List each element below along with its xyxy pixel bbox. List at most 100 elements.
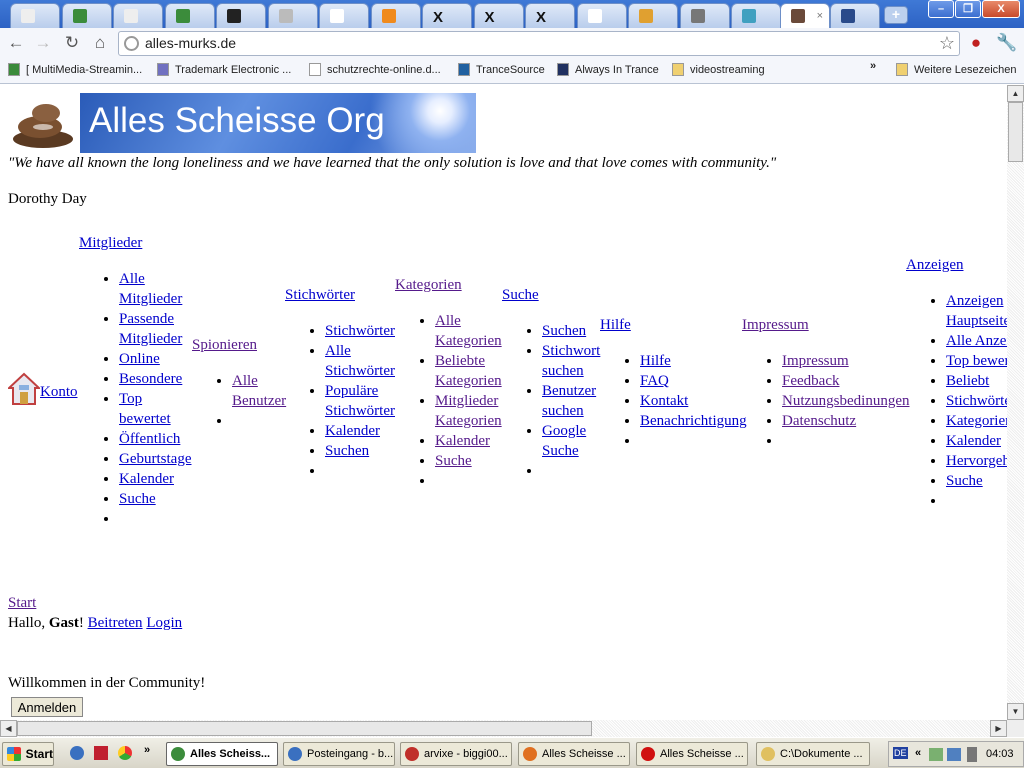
vertical-scrollbar[interactable]: ▲ ▼ [1007,85,1024,720]
menu-item-link[interactable]: Anzeigen Hauptseite [946,293,1007,329]
menu-item-link[interactable]: Suche [946,473,983,489]
tab-active[interactable]: × [780,3,830,28]
bookmarks-overflow[interactable]: » [870,60,876,72]
wrench-icon[interactable]: 🔧 [996,33,1017,53]
menu-item[interactable]: FAQ [640,371,747,391]
menu-item-link[interactable]: Beliebte Kategorien [435,353,502,389]
menu-item-link[interactable]: Feedback [782,373,839,389]
login-link[interactable]: Login [146,615,182,631]
menu-item[interactable]: Kalender [435,431,502,451]
menu-item[interactable]: Impressum [782,351,909,371]
menu-item-link[interactable]: Alle Anzeigen [946,333,1007,349]
menu-item[interactable]: Alle Mitglieder [119,269,191,309]
forward-icon[interactable]: → [33,33,53,53]
menu-header-1[interactable]: Spionieren [192,337,257,353]
bookmark-item[interactable]: videostreaming [672,63,765,76]
menu-item-link[interactable]: Alle Mitglieder [119,271,182,307]
menu-item[interactable]: Populäre Stichwörter [325,381,395,421]
menu-item[interactable]: Anzeigen Hauptseite [946,291,1007,331]
menu-item-link[interactable]: Impressum [782,353,849,369]
menu-header-0[interactable]: Mitglieder [79,235,142,251]
mail-tray-icon[interactable] [929,748,943,761]
menu-item-link[interactable]: Kalender [325,423,380,439]
tab[interactable] [628,3,678,28]
menu-item-link[interactable]: Kalender [435,433,490,449]
menu-item-link[interactable]: Alle Stichwörter [325,343,395,379]
tab[interactable] [113,3,163,28]
menu-header-5[interactable]: Hilfe [600,317,631,333]
menu-item-link[interactable]: Datenschutz [782,413,856,429]
reload-icon[interactable]: ↻ [62,33,82,53]
language-indicator[interactable]: DE [893,747,908,759]
menu-item-link[interactable]: Alle Benutzer [232,373,286,409]
menu-header-2[interactable]: Stichwörter [285,287,355,303]
menu-item[interactable]: Suche [119,489,191,509]
tab[interactable] [267,3,318,28]
tab[interactable] [731,3,781,28]
tab[interactable]: X [525,3,575,28]
menu-item-link[interactable]: Geburtstage [119,451,191,467]
menu-header-4[interactable]: Suche [502,287,539,303]
menu-header-3[interactable]: Kategorien [395,277,462,293]
horizontal-scrollbar[interactable]: ◀ ▶ [0,720,1007,737]
menu-item-link[interactable]: Mitglieder Kategorien [435,393,502,429]
bookmark-star-icon[interactable]: ☆ [939,32,955,55]
menu-item-link[interactable]: Stichwörter [946,393,1007,409]
menu-item[interactable]: Online [119,349,191,369]
anmelden-button[interactable]: Anmelden [11,697,83,717]
bookmark-item[interactable]: schutzrechte-online.d... [309,63,441,76]
home-icon[interactable]: ⌂ [90,33,110,53]
menu-item-link[interactable]: Alle Kategorien [435,313,502,349]
join-link[interactable]: Beitreten [88,615,143,631]
menu-item-link[interactable]: Stichwort suchen [542,343,600,379]
menu-item-link[interactable]: Top bewertet [119,391,171,427]
app-quicklaunch-icon[interactable] [94,746,108,760]
taskbar-item[interactable]: Alles Scheisse ... [636,742,748,766]
bookmark-item[interactable]: Trademark Electronic ... [157,63,291,76]
menu-item[interactable]: Suchen [325,441,395,461]
menu-item-link[interactable]: Suchen [325,443,369,459]
taskbar-item[interactable]: Alles Scheiss... [166,742,278,766]
menu-item-link[interactable]: Beliebt [946,373,989,389]
menu-item-link[interactable]: Kalender [119,471,174,487]
menu-item-link[interactable]: Suche [119,491,156,507]
maximize-button[interactable]: ❐ [955,0,981,18]
new-tab-button[interactable]: + [884,6,908,24]
menu-item[interactable]: Stichwörter [325,321,395,341]
menu-item[interactable]: Google Suche [542,421,600,461]
menu-item-link[interactable]: Populäre Stichwörter [325,383,395,419]
menu-item[interactable]: Stichwort suchen [542,341,600,381]
start-link[interactable]: Start [8,595,36,611]
menu-item[interactable]: Hilfe [640,351,747,371]
menu-item-link[interactable]: Kalender [946,433,1001,449]
bookmark-item[interactable]: TranceSource [458,63,545,76]
menu-item[interactable]: Beliebte Kategorien [435,351,502,391]
menu-item[interactable]: Geburtstage [119,449,191,469]
tab[interactable] [61,3,112,28]
menu-item[interactable]: Beliebt [946,371,1007,391]
taskbar-item[interactable]: Posteingang - b... [283,742,395,766]
tab[interactable] [216,3,266,28]
menu-item[interactable]: Alle Benutzer [232,371,286,411]
menu-item-link[interactable]: FAQ [640,373,669,389]
other-bookmarks[interactable]: Weitere Lesezeichen [896,63,1017,76]
menu-item-link[interactable]: Top bewertet [946,353,1007,369]
menu-item[interactable]: Benutzer suchen [542,381,600,421]
menu-item[interactable]: Kalender [325,421,395,441]
menu-item[interactable]: Mitglieder Kategorien [435,391,502,431]
menu-item[interactable]: Kalender [946,431,1007,451]
bookmark-item[interactable]: Always In Trance [557,63,659,76]
chrome-quicklaunch-icon[interactable] [118,746,132,760]
menu-item[interactable]: Hervorgehoben [946,451,1007,471]
menu-item-link[interactable]: Suche [435,453,472,469]
device-tray-icon[interactable] [967,747,977,762]
menu-item-link[interactable]: Stichwörter [325,323,395,339]
menu-item-link[interactable]: Benutzer suchen [542,383,596,419]
menu-item[interactable]: Suche [435,451,502,471]
tray-expand[interactable]: « [915,747,921,759]
start-button[interactable]: Start [2,742,54,766]
menu-item[interactable]: Öffentlich [119,429,191,449]
taskbar-item[interactable]: arvixe - biggi00... [400,742,512,766]
menu-item[interactable]: Top bewertet [946,351,1007,371]
menu-item[interactable]: Alle Kategorien [435,311,502,351]
